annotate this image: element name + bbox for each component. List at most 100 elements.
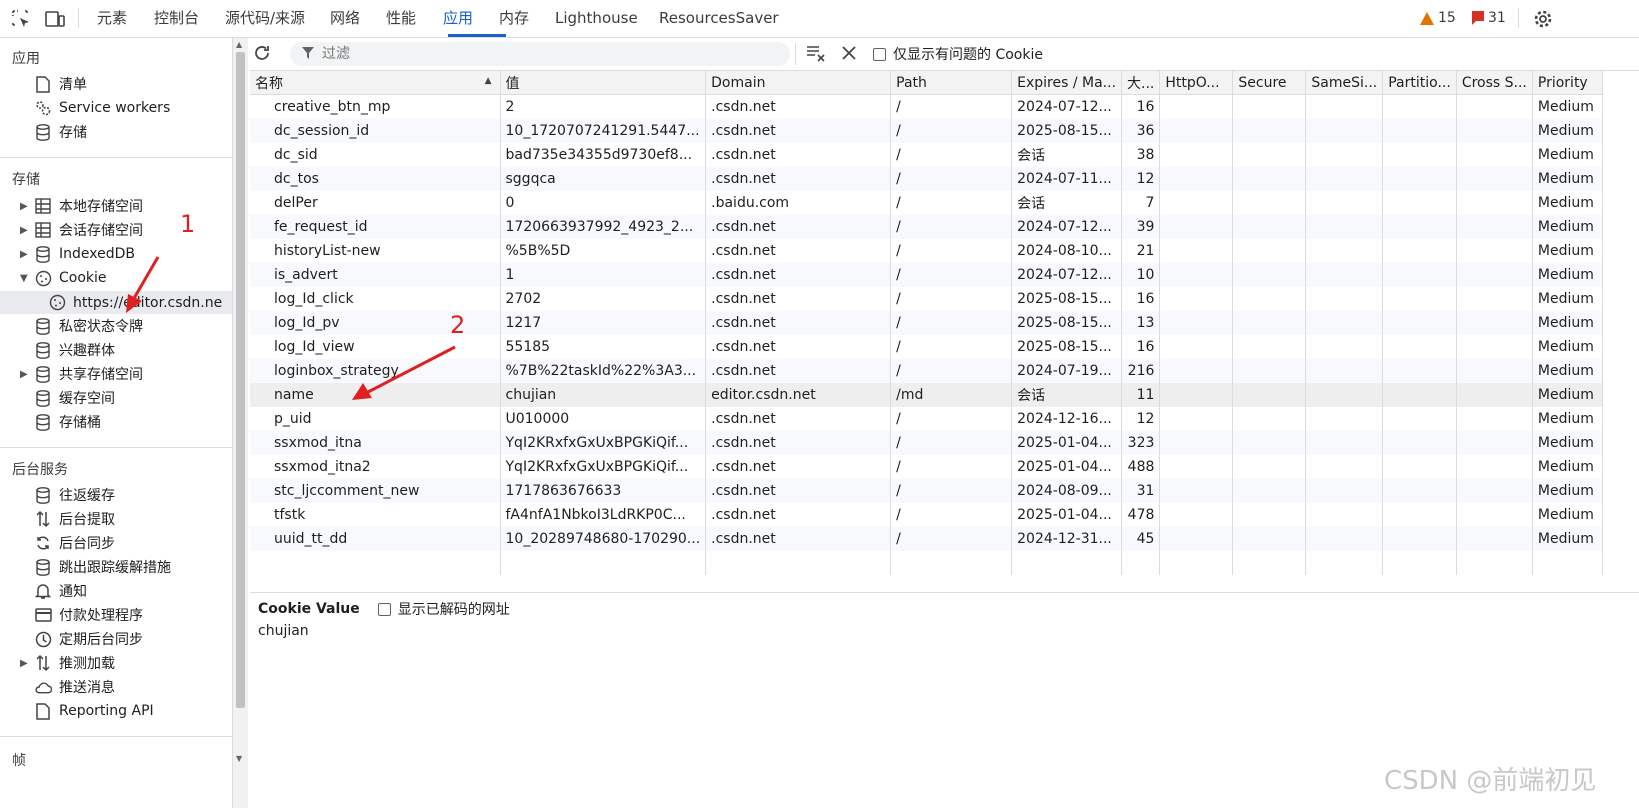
table-row[interactable]: historyList-new %5B%5D .csdn.net/2024-08-1…: [250, 239, 1603, 263]
tab-application[interactable]: 应用: [443, 0, 473, 36]
issues-badge[interactable]: 31: [1472, 10, 1506, 26]
collapse-arrow-icon[interactable]: ▼: [20, 273, 32, 284]
column-header-value[interactable]: 值: [500, 71, 707, 95]
settings-gear-icon[interactable]: [1532, 8, 1554, 30]
column-header-cross-site[interactable]: Cross S...: [1456, 71, 1533, 95]
cell-httponly: [1159, 407, 1234, 431]
scrollbar-thumb[interactable]: [236, 52, 245, 708]
sidebar-item-background-sync[interactable]: 后台同步: [34, 532, 115, 554]
tab-sources[interactable]: 源代码/来源: [225, 0, 305, 36]
filter-box[interactable]: [290, 42, 790, 66]
sidebar-item-indexeddb[interactable]: ▶ IndexedDB: [20, 243, 135, 265]
expand-arrow-icon[interactable]: ▶: [20, 225, 32, 236]
table-row[interactable]: delPer 0 .baidu.com / 会话 7 Medium: [250, 191, 1603, 215]
table-row[interactable]: dc_sid bad735e34355d9730ef8... .csdn.net / 会…: [250, 143, 1603, 167]
sidebar-item-notifications[interactable]: 通知: [34, 580, 87, 602]
cell-httponly: [1159, 311, 1234, 335]
sidebar-item-back-forward-cache[interactable]: 往返缓存: [34, 484, 115, 506]
sidebar-item-interest-groups[interactable]: 兴趣群体: [34, 339, 115, 361]
sidebar-item-cookies[interactable]: ▼ Cookie: [20, 267, 107, 289]
scroll-down-icon[interactable]: ▼: [236, 754, 242, 763]
scroll-up-icon[interactable]: ▲: [236, 40, 242, 49]
sidebar-item-manifest[interactable]: 清单: [34, 73, 87, 95]
column-header-httponly[interactable]: HttpO...: [1159, 71, 1234, 95]
sidebar-item-storage-buckets[interactable]: 存储桶: [34, 411, 101, 433]
table-row[interactable]: loginbox_strategy %7B%22taskId%22%3A3....…: [250, 359, 1603, 383]
table-row[interactable]: fe_request_id 1720663937992_4923_2... .csd…: [250, 215, 1603, 239]
only-issues-checkbox[interactable]: [873, 47, 886, 61]
tab-performance[interactable]: 性能: [386, 0, 416, 36]
sidebar-item-session-storage[interactable]: ▶ 会话存储空间: [20, 219, 143, 241]
table-row[interactable]: dc_tos sggqca .csdn.net/2024-07-11... 12 Med…: [250, 167, 1603, 191]
tab-lighthouse[interactable]: Lighthouse: [555, 0, 638, 36]
cell-priority: Medium: [1532, 239, 1603, 263]
cell-cross-site: [1456, 239, 1533, 263]
sidebar-item-local-storage[interactable]: ▶ 本地存储空间: [20, 195, 143, 217]
delete-selected-icon[interactable]: [841, 45, 857, 65]
sidebar-item-push-messaging[interactable]: 推送消息: [34, 676, 115, 698]
table-row[interactable]: stc_ljccomment_new 1717863676633 .csdn.net…: [250, 479, 1603, 503]
sidebar-item-background-fetch[interactable]: 后台提取: [34, 508, 115, 530]
cell-name: historyList-new: [250, 239, 501, 263]
sidebar-item-reporting-api[interactable]: Reporting API: [34, 700, 154, 722]
expand-arrow-icon[interactable]: ▶: [20, 201, 32, 212]
refresh-icon[interactable]: [252, 43, 272, 67]
table-row[interactable]: log_Id_click 2702 .csdn.net/2025-08-15... 1…: [250, 287, 1603, 311]
table-row[interactable]: ssxmod_itna YqI2KRxfxGxUxBPGKiQif... .csdn…: [250, 431, 1603, 455]
column-header-path[interactable]: Path: [890, 71, 1013, 95]
table-row[interactable]: is_advert 1 .csdn.net/2024-07-12... 10 Mediu…: [250, 263, 1603, 287]
table-row[interactable]: dc_session_id 10_1720707241291.5447... .cs…: [250, 119, 1603, 143]
column-header-size[interactable]: 大...: [1121, 71, 1161, 95]
cell-path: /: [890, 407, 1013, 431]
sidebar-item-shared-storage[interactable]: ▶ 共享存储空间: [20, 363, 143, 385]
expand-arrow-icon[interactable]: ▶: [20, 369, 32, 380]
sidebar-item-service-workers[interactable]: Service workers: [34, 97, 170, 119]
only-issues-label: 仅显示有问题的 Cookie: [893, 47, 1043, 63]
expand-arrow-icon[interactable]: ▶: [20, 249, 32, 260]
table-row[interactable]: tfstk fA4nfA1NbkoI3LdRKP0C... .csdn.net/20…: [250, 503, 1603, 527]
column-header-name[interactable]: 名称 ▲: [250, 71, 501, 95]
sidebar-item-storage-overview[interactable]: 存储: [34, 121, 87, 143]
sidebar-item-private-state-tokens[interactable]: 私密状态令牌: [34, 315, 143, 337]
sidebar-scrollbar[interactable]: ▲ ▼: [233, 38, 248, 808]
show-decoded-toggle[interactable]: 显示已解码的网址: [377, 599, 510, 619]
tab-elements[interactable]: 元素: [97, 0, 127, 36]
table-row-selected[interactable]: name chujian editor.csdn.net/md 会话 11 Medium: [250, 383, 1603, 407]
column-header-partition-key[interactable]: Partitio...: [1382, 71, 1457, 95]
device-toolbar-icon[interactable]: [44, 8, 66, 30]
column-header-priority[interactable]: Priority: [1532, 71, 1603, 95]
tab-memory[interactable]: 内存: [499, 0, 529, 36]
tab-network[interactable]: 网络: [330, 0, 360, 36]
sidebar-item-cache-storage[interactable]: 缓存空间: [34, 387, 115, 409]
tab-console[interactable]: 控制台: [154, 0, 199, 36]
table-header-row: 名称 ▲ 值 Domain Path Expires / Ma... 大... H…: [250, 71, 1603, 95]
cell-httponly: [1159, 383, 1234, 407]
sidebar-item-speculative-loads[interactable]: ▶ 推测加载: [20, 652, 115, 674]
sidebar-item-bounce-tracking[interactable]: 跳出跟踪缓解措施: [34, 556, 171, 578]
table-row[interactable]: uuid_tt_dd 10_20289748680-170290... .csdn.…: [250, 527, 1603, 551]
column-header-samesite[interactable]: SameSi...: [1305, 71, 1384, 95]
show-decoded-checkbox[interactable]: [377, 602, 391, 616]
only-issues-toggle[interactable]: 仅显示有问题的 Cookie: [873, 44, 1043, 64]
column-header-secure[interactable]: Secure: [1232, 71, 1307, 95]
cloud-icon: [34, 678, 52, 696]
warnings-badge[interactable]: 15: [1420, 10, 1456, 26]
inspect-element-icon[interactable]: [10, 8, 32, 30]
sidebar-item-periodic-sync[interactable]: 定期后台同步: [34, 628, 143, 650]
tab-resourcessaver[interactable]: ResourcesSaver: [659, 0, 779, 36]
cell-domain: .csdn.net: [705, 455, 892, 479]
column-header-expires[interactable]: Expires / Ma...: [1011, 71, 1123, 95]
expand-arrow-icon[interactable]: ▶: [20, 658, 32, 669]
clear-all-cookies-icon[interactable]: [806, 44, 826, 66]
table-row[interactable]: creative_btn_mp 2 .csdn.net/2024-07-12... 1…: [250, 94, 1603, 119]
sidebar-item-label: 后台提取: [59, 512, 115, 528]
cell-priority: Medium: [1532, 383, 1603, 407]
table-row[interactable]: ssxmod_itna2 YqI2KRxfxGxUxBPGKiQif... .csd…: [250, 455, 1603, 479]
sidebar-item-payment-handler[interactable]: 付款处理程序: [34, 604, 143, 626]
cell-priority: Medium: [1532, 407, 1603, 431]
filter-input[interactable]: [320, 45, 744, 63]
sidebar-item-cookie-origin[interactable]: https://editor.csdn.ne: [0, 291, 232, 314]
column-header-domain[interactable]: Domain: [705, 71, 892, 95]
table-row[interactable]: p_uid U010000 .csdn.net/2024-12-16... 12 Med…: [250, 407, 1603, 431]
credit-card-icon: [34, 606, 52, 624]
